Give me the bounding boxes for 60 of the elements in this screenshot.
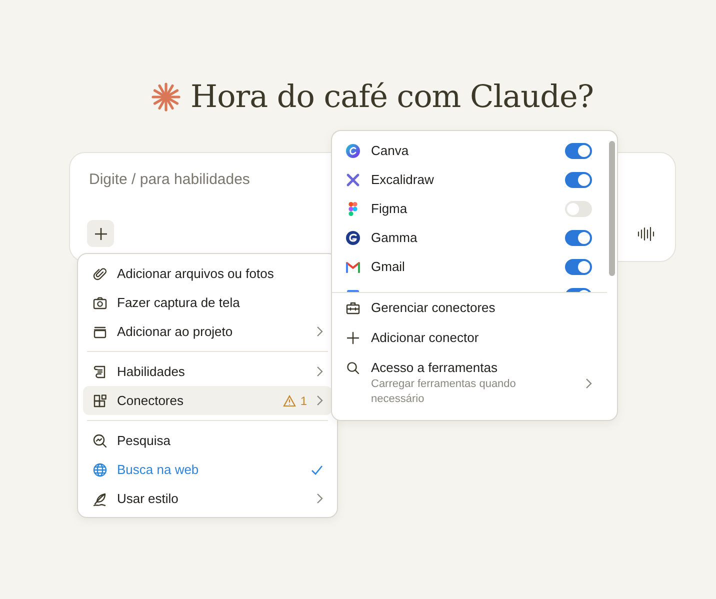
menu-item[interactable]: Adicionar ao projeto xyxy=(83,317,332,346)
menu-item[interactable]: Adicionar arquivos ou fotos xyxy=(83,259,332,288)
menu-item-label: Adicionar ao projeto xyxy=(117,324,234,339)
scroll-icon xyxy=(92,364,108,380)
checkmark-icon xyxy=(311,464,323,474)
connector-name: Figma xyxy=(371,201,408,216)
plus-icon xyxy=(345,330,361,346)
connector-name: Excalidraw xyxy=(371,172,435,187)
starburst-icon xyxy=(150,82,181,112)
toggle-switch[interactable] xyxy=(565,230,592,246)
gradient-circle-icon xyxy=(345,142,361,158)
search-icon xyxy=(345,360,361,376)
page-heading: Hora do café com Claude? xyxy=(190,79,594,115)
chevron-right-icon xyxy=(316,326,323,337)
menu-item-label: Gerenciar conectores xyxy=(371,300,496,315)
toggle-switch[interactable] xyxy=(565,142,592,158)
waveform-icon xyxy=(637,226,655,242)
menu-item-label: Adicionar arquivos ou fotos xyxy=(117,266,275,281)
chevron-right-icon xyxy=(585,378,592,389)
paperclip-icon xyxy=(92,266,108,282)
menu-item-label: Acesso a ferramentas xyxy=(371,360,498,375)
toggle-switch[interactable] xyxy=(565,200,592,216)
menu-item-label: Adicionar conector xyxy=(371,330,480,345)
menu-item[interactable]: Adicionar conector xyxy=(332,323,617,353)
menu-item-label: Habilidades xyxy=(117,364,186,379)
warning-icon xyxy=(283,394,296,406)
menu-item[interactable]: Habilidades xyxy=(83,357,332,386)
menu-item[interactable]: Usar estilo xyxy=(83,484,332,513)
menu-item[interactable]: Busca na web xyxy=(83,455,332,484)
feather-icon xyxy=(92,490,108,506)
warning-count: 1 xyxy=(300,394,307,408)
menu-item-description: Carregar ferramentas quando necessário xyxy=(371,377,517,407)
toggle-switch[interactable] xyxy=(565,258,592,274)
camera-icon xyxy=(92,294,108,310)
menu-item-label: Fazer captura de tela xyxy=(117,295,241,310)
chevron-right-icon xyxy=(316,493,323,504)
menu-item-label: Conectores xyxy=(117,393,184,408)
prompt-field[interactable]: Digite / para habilidades xyxy=(87,171,311,188)
spiral-icon xyxy=(345,230,361,246)
plus-icon xyxy=(94,226,108,240)
menu-item[interactable]: Gerenciar conectores xyxy=(332,293,617,323)
connector-name: Gamma xyxy=(371,230,418,245)
globe-icon xyxy=(92,462,108,478)
menu-item-label: Pesquisa xyxy=(117,433,172,448)
cross-icon xyxy=(345,172,361,188)
chevron-right-icon xyxy=(316,395,323,406)
magnifier-chart-icon xyxy=(92,432,108,448)
menu-item[interactable]: Fazer captura de tela xyxy=(83,288,332,317)
menu-item[interactable]: Conectores 1 xyxy=(83,386,332,415)
menu-item-label: Busca na web xyxy=(117,462,200,477)
blocks-icon xyxy=(92,392,108,408)
menu-item-label: Usar estilo xyxy=(117,491,180,506)
toolbox-icon xyxy=(345,300,361,316)
toggle-switch[interactable] xyxy=(565,172,592,188)
chevron-right-icon xyxy=(316,366,323,377)
connector-name: Canva xyxy=(371,143,410,158)
connector-name: Gmail xyxy=(371,259,406,274)
add-button[interactable] xyxy=(87,220,114,247)
menu-item[interactable]: Acesso a ferramentas Carregar ferramentas quando necessário xyxy=(332,353,617,414)
menu-item[interactable]: Pesquisa xyxy=(83,426,332,455)
